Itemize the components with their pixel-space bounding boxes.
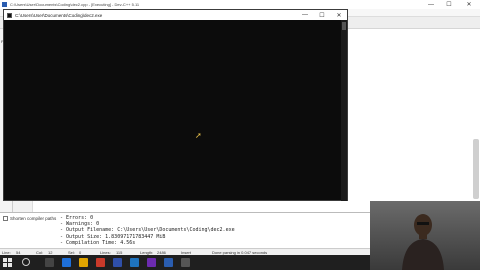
log-line: - Output Filename: C:\Users\User\Documen…	[60, 227, 235, 234]
console-app-icon	[7, 12, 12, 18]
ide-title: C:\Users\User\Documents\Coding\dec2.cpp …	[10, 2, 140, 7]
webcam-overlay	[370, 201, 480, 270]
console-window[interactable]: C:\Users\User\Documents\Coding\dec2.exe …	[3, 9, 348, 201]
console-close-button[interactable]: ✕	[333, 10, 345, 20]
console-taskbar-icon[interactable]	[181, 258, 190, 267]
mouse-cursor-icon: ➚	[195, 131, 202, 140]
compile-log-output: - Errors: 0 - Warnings: 0 - Output Filen…	[60, 215, 235, 246]
file-explorer-icon[interactable]	[79, 258, 88, 267]
devcpp-app-icon	[2, 2, 7, 7]
search-icon[interactable]	[22, 258, 30, 266]
console-maximize-button[interactable]: ☐	[316, 10, 328, 20]
console-title: C:\Users\User\Documents\Coding\dec2.exe	[15, 12, 103, 18]
ide-close-button[interactable]: ✕	[462, 0, 476, 9]
taskview-icon[interactable]	[45, 258, 54, 267]
edge-icon[interactable]	[62, 258, 71, 267]
console-minimize-button[interactable]: —	[299, 10, 311, 20]
app-icon[interactable]	[147, 258, 156, 267]
console-scroll-thumb[interactable]	[342, 22, 346, 30]
ide-maximize-button[interactable]: ☐	[442, 0, 456, 9]
log-line: - Compilation Time: 4.56s	[60, 239, 136, 246]
shorten-paths-checkbox[interactable]	[3, 216, 8, 221]
shorten-paths-option[interactable]: Shorten compiler paths	[3, 216, 56, 221]
chrome-icon[interactable]	[96, 258, 105, 267]
devcpp-taskbar-icon[interactable]	[164, 258, 173, 267]
editor-scrollbar[interactable]	[473, 139, 479, 199]
word-icon[interactable]	[113, 258, 122, 267]
shorten-paths-label: Shorten compiler paths	[10, 216, 57, 221]
presenter-image	[402, 214, 444, 270]
console-title-bar[interactable]: C:\Users\User\Documents\Coding\dec2.exe …	[4, 10, 347, 20]
console-scrollbar[interactable]	[341, 20, 347, 201]
store-icon[interactable]	[130, 258, 139, 267]
windows-start-icon[interactable]	[3, 258, 12, 267]
ide-title-bar: C:\Users\User\Documents\Coding\dec2.cpp …	[0, 0, 480, 9]
ide-minimize-button[interactable]: —	[424, 0, 438, 9]
